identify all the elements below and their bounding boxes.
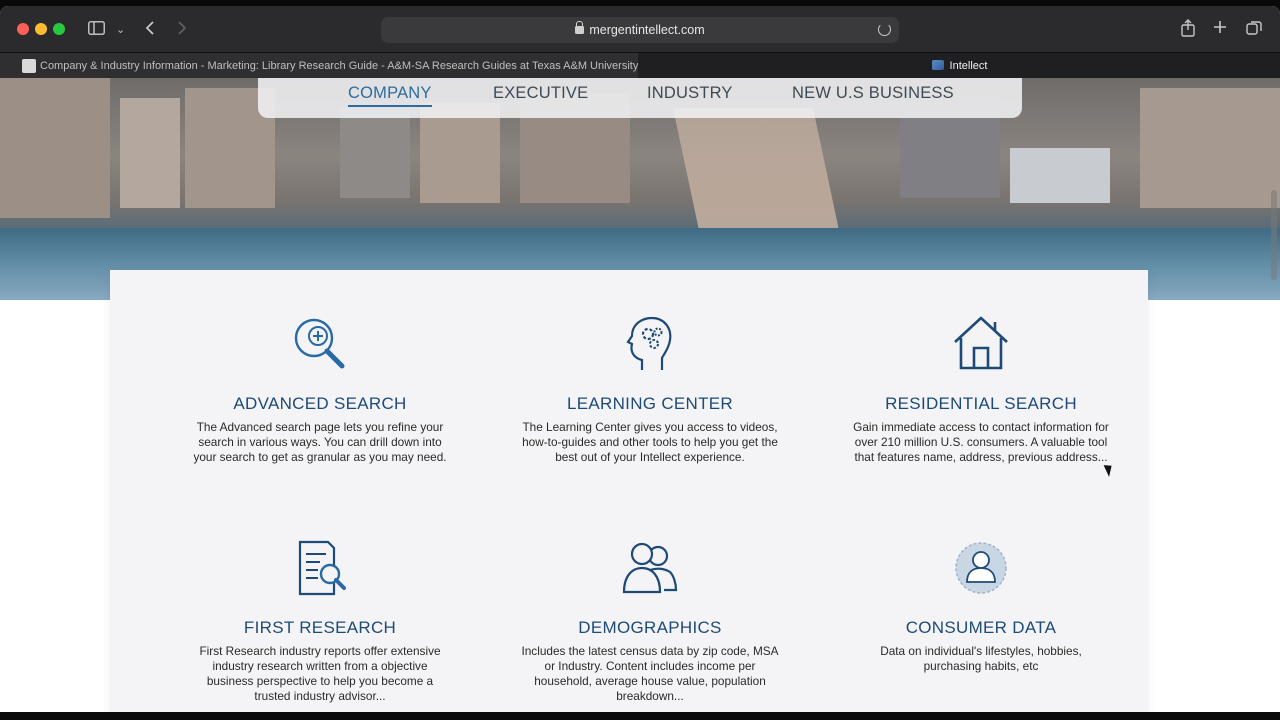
feature-description: Gain immediate access to contact informa…	[853, 420, 1109, 464]
feature-learning-center[interactable]: LEARNING CENTER The Learning Center give…	[520, 314, 780, 465]
page-content: COMPANY EXECUTIVE INDUSTRY NEW U.S BUSIN…	[0, 78, 1280, 712]
browser-toolbar: ⌄ mergentintellect.com	[0, 6, 1280, 52]
close-window-button[interactable]	[17, 23, 29, 35]
feature-description: The Advanced search page lets you refine…	[193, 420, 447, 464]
nav-tab-new-us-business[interactable]: NEW U.S BUSINESS	[792, 84, 954, 103]
hero-city-image: COMPANY EXECUTIVE INDUSTRY NEW U.S BUSIN…	[0, 78, 1280, 300]
tab-bar: Company & Industry Information - Marketi…	[0, 52, 1280, 79]
reload-icon[interactable]	[878, 23, 891, 36]
category-nav: COMPANY EXECUTIVE INDUSTRY NEW U.S BUSIN…	[258, 78, 1022, 118]
nav-tab-company[interactable]: COMPANY	[348, 84, 432, 107]
lock-icon	[575, 21, 585, 35]
feature-first-research[interactable]: FIRST RESEARCH First Research industry r…	[190, 538, 450, 704]
chevron-down-icon[interactable]: ⌄	[116, 22, 125, 38]
head-gears-icon	[626, 316, 672, 370]
feature-title: DEMOGRAPHICS	[578, 618, 722, 637]
back-arrow-icon[interactable]	[145, 20, 155, 40]
feature-title: FIRST RESEARCH	[243, 618, 397, 637]
feature-residential-search[interactable]: RESIDENTIAL SEARCH Gain immediate access…	[851, 314, 1111, 465]
intellect-favicon-icon	[931, 60, 944, 70]
nav-tab-industry[interactable]: INDUSTRY	[647, 84, 733, 103]
tab-research-guide[interactable]: Company & Industry Information - Marketi…	[0, 53, 638, 79]
address-text: mergentintellect.com	[589, 23, 705, 37]
favicon-icon	[22, 59, 36, 73]
consumer-person-icon	[955, 542, 1007, 594]
browser-window: ⌄ mergentintellect.com Company & Industr…	[0, 6, 1280, 712]
document-magnifier-icon	[298, 540, 346, 596]
tab-label: Company & Industry Information - Marketi…	[40, 60, 638, 72]
tab-label: Intellect	[949, 60, 988, 72]
feature-demographics[interactable]: DEMOGRAPHICS Includes the latest census …	[520, 538, 780, 704]
minimize-window-button[interactable]	[35, 23, 47, 35]
feature-description: First Research industry reports offer ex…	[199, 644, 441, 703]
people-icon	[622, 542, 678, 594]
share-icon[interactable]	[1181, 19, 1195, 41]
feature-description: The Learning Center gives you access to …	[522, 420, 778, 464]
zoom-window-button[interactable]	[53, 23, 65, 35]
address-bar[interactable]: mergentintellect.com	[381, 17, 899, 43]
sidebar-toggle-icon[interactable]	[88, 21, 105, 39]
feature-advanced-search[interactable]: ADVANCED SEARCH The Advanced search page…	[190, 314, 450, 465]
house-icon	[954, 316, 1008, 370]
feature-title: LEARNING CENTER	[566, 394, 734, 413]
features-panel: ADVANCED SEARCH The Advanced search page…	[110, 270, 1148, 712]
new-tab-icon[interactable]	[1213, 20, 1227, 38]
tab-intellect[interactable]: Intellect	[639, 53, 1280, 79]
feature-title: ADVANCED SEARCH	[233, 394, 407, 413]
nav-tab-executive[interactable]: EXECUTIVE	[493, 84, 588, 103]
feature-consumer-data[interactable]: CONSUMER DATA Data on individual's lifes…	[851, 538, 1111, 674]
page-scrollbar[interactable]	[1271, 190, 1277, 280]
forward-arrow-icon[interactable]	[177, 20, 187, 40]
tab-overview-icon[interactable]	[1246, 20, 1262, 40]
magnifier-plus-icon	[294, 318, 345, 369]
feature-description: Includes the latest census data by zip c…	[521, 644, 779, 703]
feature-title: CONSUMER DATA	[905, 618, 1057, 637]
feature-title: RESIDENTIAL SEARCH	[885, 394, 1077, 413]
feature-description: Data on individual's lifestyles, hobbies…	[880, 644, 1082, 673]
